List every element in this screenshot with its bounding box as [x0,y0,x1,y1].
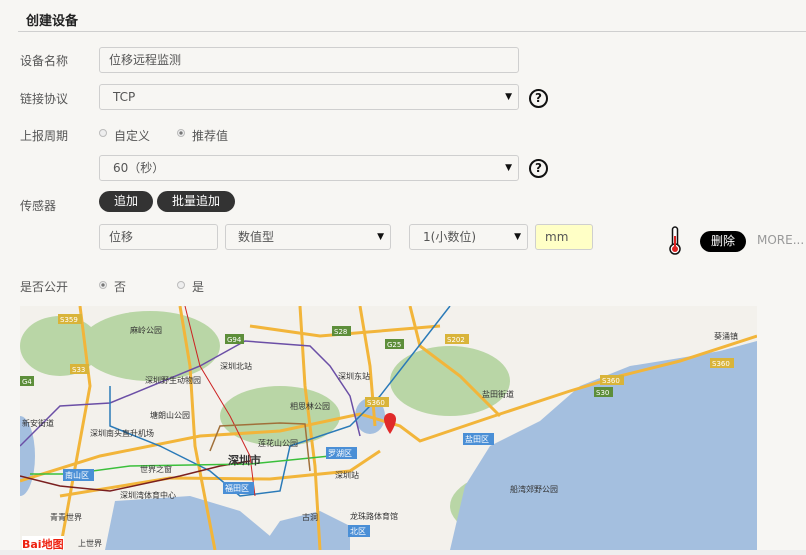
road-shield: S360 [365,397,389,407]
map-label: 深圳南头直升机场 [90,428,154,438]
map-label: 北区 [350,527,366,536]
svg-text:S359: S359 [60,316,78,324]
period-label: 上报周期 [20,129,69,143]
road-shield: G94 [225,334,244,344]
map-label: 深圳北站 [220,361,252,371]
map-label: 上世界 [78,538,102,548]
road-shield: S360 [600,375,624,385]
add-button[interactable]: 追加 [99,191,153,212]
sensor-label: 传感器 [20,199,57,213]
more-link[interactable]: MORE... [757,233,804,247]
period-value: 60（秒） [113,161,165,175]
batch-add-button[interactable]: 批量追加 [157,191,235,212]
device-name-input[interactable]: 位移远程监测 [99,47,519,73]
delete-button[interactable]: 删除 [700,231,746,252]
svg-text:G25: G25 [387,341,401,349]
map-label: 深圳野生动物园 [145,375,201,385]
decimals-select[interactable]: 1(小数位) [409,224,528,250]
svg-text:S202: S202 [447,336,465,344]
road-shield: S359 [58,314,82,324]
help-icon[interactable]: ? [529,89,548,108]
svg-text:G4: G4 [22,378,32,386]
sensor-name-input[interactable]: 位移 [99,224,218,250]
map[interactable]: 麻岭公园深圳北站深圳东站 深圳野生动物园相思林公园塘朗山公园新安街道深圳南头直升机… [20,306,757,550]
location-marker-icon [384,413,396,434]
help-icon[interactable]: ? [529,159,548,178]
radio-recommended[interactable] [177,129,185,137]
map-label: 青青世界 [50,512,82,522]
protocol-value: TCP [113,90,136,104]
map-label: 世界之窗 [140,464,172,474]
baidu-map-logo: Bai地图 [22,536,64,550]
divider [18,31,806,32]
svg-text:S360: S360 [602,377,620,385]
period-select[interactable]: 60（秒） [99,155,519,181]
radio-recommended-label: 推荐值 [192,129,229,143]
map-label: 古洞 [302,512,318,522]
svg-text:S33: S33 [72,366,85,374]
radio-public-yes-label: 是 [192,280,205,294]
radio-custom[interactable] [99,129,107,137]
map-label: 深圳站 [335,470,359,480]
public-label: 是否公开 [20,280,69,294]
protocol-label: 链接协议 [20,92,69,106]
map-label: 相思林公园 [290,401,330,411]
map-label: 盐田区 [465,434,489,444]
road-shield: G4 [20,376,34,386]
radio-public-no[interactable] [99,281,107,289]
map-label: 南山区 [65,470,89,480]
svg-text:S28: S28 [334,328,347,336]
thermometer-icon [669,226,681,255]
map-label: 船湾郊野公园 [510,484,558,494]
svg-text:S360: S360 [712,360,730,368]
road-shield: S33 [70,364,89,374]
road-shield: S28 [332,326,351,336]
device-name-label: 设备名称 [20,54,69,68]
road-shield: S30 [594,387,613,397]
map-label: 麻岭公园 [130,325,162,335]
radio-custom-label: 自定义 [114,129,151,143]
road-shield: S202 [445,334,469,344]
sensor-type-value: 数值型 [238,230,275,244]
protocol-select[interactable]: TCP [99,84,519,110]
sensor-type-select[interactable]: 数值型 [225,224,391,250]
road-shield: G25 [385,339,404,349]
unit-input[interactable]: mm [535,224,593,250]
map-label: 深圳湾体育中心 [120,490,176,500]
page-title: 创建设备 [26,14,79,29]
map-label: 福田区 [225,484,249,493]
road-shield: S360 [710,358,734,368]
svg-text:S360: S360 [367,399,385,407]
footer-strip [0,550,806,555]
map-label: 龙珠路体育馆 [350,511,398,521]
radio-public-yes[interactable] [177,281,185,289]
map-label: 盐田街道 [482,389,514,399]
map-label: 深圳东站 [338,371,370,381]
map-label: 新安街道 [22,418,54,428]
map-label: 葵涌镇 [714,331,738,341]
svg-text:G94: G94 [227,336,242,344]
radio-public-no-label: 否 [114,280,127,294]
map-label: 塘朗山公园 [150,410,190,420]
map-label: 深圳市 [228,453,261,467]
decimals-value: 1(小数位) [423,230,476,244]
svg-text:S30: S30 [596,389,609,397]
map-label: 莲花山公园 [258,438,298,448]
map-label: 罗湖区 [328,449,352,458]
map-canvas[interactable]: 麻岭公园深圳北站深圳东站 深圳野生动物园相思林公园塘朗山公园新安街道深圳南头直升机… [20,306,757,550]
